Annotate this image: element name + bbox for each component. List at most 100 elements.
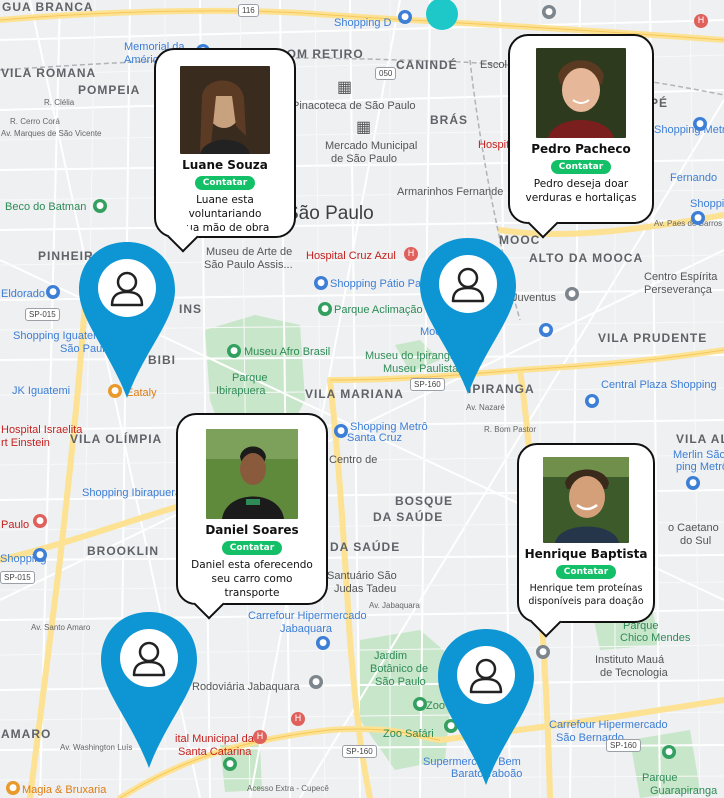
poi-label-museu-afro: Museu Afro Brasil [244,346,331,358]
poi-label-paulo: Paulo [1,519,30,531]
shopping-icon[interactable]: ● [334,424,348,438]
camera-icon[interactable]: ● [93,199,107,213]
hospital-icon[interactable]: H [694,14,708,28]
poi-label-shopping-ibira: Shopping Ibirapuera [82,487,182,499]
place-icon[interactable]: ● [565,287,579,301]
poi-label-museu-arte: Museu de Arte de [206,246,293,258]
location-pin[interactable] [77,240,177,400]
area-label-bras: BRÁS [430,113,469,127]
poi-label-shopping-mooca-top: Shopping [690,198,724,210]
poi-label-jabaquara: Jabaquara [280,623,332,635]
contact-button[interactable]: Contatar [550,160,612,174]
shopping-icon[interactable]: ● [314,276,328,290]
volunteer-card-henrique[interactable]: Henrique Baptista Contatar Henrique tem … [517,443,655,638]
poi-label-parque-aclim: Parque Aclimação [334,304,423,316]
shopping-icon[interactable]: ● [691,211,705,225]
poi-label-av-nazare: Av. Nazaré [466,403,505,412]
poi-label-av-jabaquara: Av. Jabaquara [369,601,420,610]
poi-label-hospital-israelita: Hospital Israelita [1,424,83,436]
user-avatar-icon [98,259,156,317]
contact-button[interactable]: Contatar [555,565,617,579]
hospital-icon[interactable]: H [253,730,267,744]
poi-label-jk: JK Iguatemi [12,385,71,397]
poi-label-parque-ibira: Parque [232,372,268,384]
area-label-vila-mariana: VILA MARIANA [305,387,404,401]
poi-label-do-sul: do Sul [680,535,712,547]
location-pin[interactable] [418,236,518,396]
poi-label-jardim-bot3: São Paulo [375,676,426,688]
bus-icon[interactable]: ● [309,675,323,689]
park-icon[interactable]: ● [662,745,676,759]
volunteer-card-luane[interactable]: Luane Souza Contatar Luane esta voluntar… [154,48,296,253]
volunteer-description: Henrique tem proteínas disponíveis para d… [528,583,644,607]
user-avatar-icon [439,255,497,313]
area-label-caninde: CANINDÉ [396,58,458,72]
poi-label-centro-de: Centro de [329,454,378,466]
park-icon[interactable]: ● [223,757,237,771]
zoo-icon[interactable]: ● [413,697,427,711]
hospital-icon[interactable]: H [291,712,305,726]
poi-label-santuario: Santuário São [327,570,397,582]
poi-label-parque-bottom2: Guarapiranga [650,785,718,797]
volunteer-description: Pedro deseja doar verduras e hortaliças [525,178,637,204]
area-label-da-saude-1: DA SAÚDE [373,510,444,524]
poi-label-parque-bottom: Parque [642,772,678,784]
pinacoteca-icon[interactable]: ▦ [337,80,352,96]
volunteer-name: Daniel Soares [205,523,299,537]
hospital-icon[interactable]: H [404,247,418,261]
mercado-icon[interactable]: ▦ [356,120,371,136]
poi-label-centro-espirita: Centro Espírita [644,271,718,283]
poi-label-einstein: rt Einstein [1,437,50,449]
user-avatar-icon [120,629,178,687]
volunteer-photo [536,48,626,138]
poi-label-eldorado: Eldorado [1,288,46,300]
shopping-icon[interactable]: ● [398,10,412,24]
shopping-icon[interactable]: ● [686,476,700,490]
shopping-icon[interactable]: ● [585,394,599,408]
volunteer-name: Luane Souza [182,158,268,172]
road-shield: SP-160 [342,745,377,758]
volunteer-card-pedro[interactable]: Pedro Pacheco Contatar Pedro deseja doar… [508,34,654,239]
poi-label-shopping-d: Shopping D [334,17,392,29]
hotel-icon[interactable]: ● [33,514,47,528]
location-pin[interactable] [436,627,536,787]
poi-label-r-clelia: R. Clélia [44,98,75,107]
poi-label-armarinhos: Armarinhos Fernande [397,186,504,198]
area-label-lapa-branca: GUA BRANCA [2,0,94,14]
poi-label-mercado: Mercado Municipal [325,140,418,152]
volunteer-card-daniel[interactable]: Daniel Soares Contatar Daniel esta ofere… [176,413,328,620]
poi-label-pinacoteca: Pinacoteca de São Paulo [292,100,416,112]
poi-label-hospital-cruz: Hospital Cruz Azul [306,250,396,262]
poi-label-r-bom-pastor: R. Bom Pastor [484,425,537,434]
contact-button[interactable]: Contatar [221,541,283,555]
poi-label-caetano: o Caetano [668,522,719,534]
shopping-icon[interactable]: ● [539,323,553,337]
shopping-icon[interactable]: ● [33,548,47,562]
volunteer-photo [180,66,270,154]
poi-label-carrefour-sb: Carrefour Hipermercado [549,719,668,731]
area-label-da-saude-2: DA SAÚDE [330,540,401,554]
shopping-icon[interactable]: ● [316,636,330,650]
park-icon[interactable]: ● [318,302,332,316]
museum-icon[interactable]: ● [227,344,241,358]
area-label-vila-al: VILA AL [676,432,724,446]
poi-label-escola: Escol [480,59,507,71]
shopping-icon[interactable]: ● [46,285,60,299]
shopping-icon[interactable]: ● [693,117,707,131]
shop-icon[interactable]: ● [6,781,20,795]
poi-label-central-plaza: Central Plaza Shopping [601,379,717,391]
volunteer-photo [206,429,298,519]
poi-label-centro-espirita2: Perseverança [644,284,712,296]
volunteer-description: Daniel esta oferecendo seu carro como tra… [191,559,313,599]
area-label-brooklin: BROOKLIN [87,544,159,558]
location-pin[interactable] [99,610,199,770]
poi-label-judas: Judas Tadeu [334,583,397,595]
poi-label-merlin: Merlin São [673,449,724,461]
road-shield: 116 [238,4,259,17]
contact-button[interactable]: Contatar [194,176,256,190]
poi-label-instituto: Instituto Mauá [595,654,665,666]
poi-label-av-paes: Av. Paes de Barros [654,219,723,228]
landmark-icon[interactable]: ● [542,5,556,19]
place-icon[interactable]: ● [536,645,550,659]
poi-label-zoo-safari: Zoo Safári [383,728,434,740]
